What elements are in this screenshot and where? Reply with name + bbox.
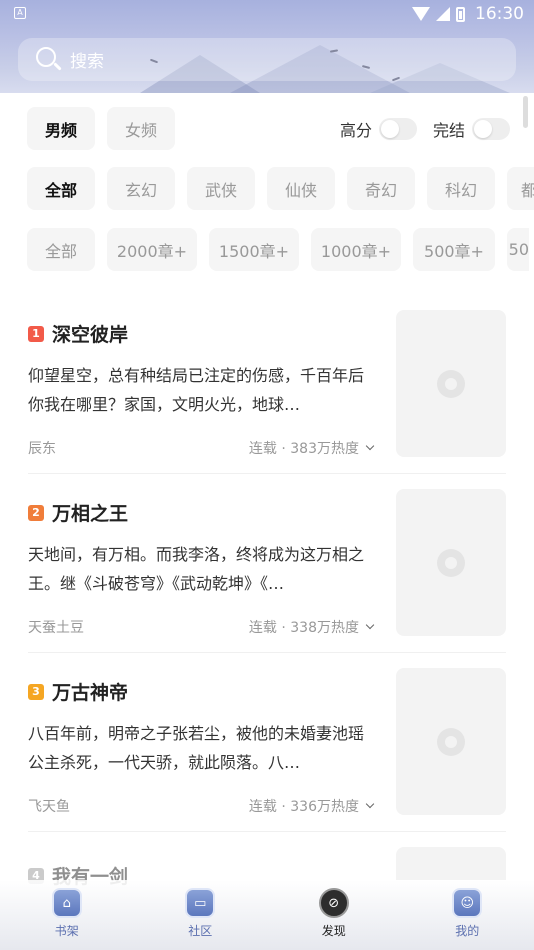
chevron-down-icon[interactable] [365, 620, 375, 630]
profile-icon: ☺ [452, 888, 483, 918]
rank-badge: 2 [28, 504, 44, 521]
high-score-label: 高分 [340, 121, 373, 140]
divider [28, 831, 506, 832]
tab-male[interactable]: 男频 [27, 107, 95, 150]
genre-xuanhuan[interactable]: 玄幻 [107, 167, 175, 210]
status-time: 16:30 [475, 4, 524, 24]
nav-label: 书架 [54, 924, 79, 938]
placeholder-logo-icon [437, 548, 465, 577]
chevron-down-icon[interactable] [365, 441, 375, 451]
book-title: 万古神帝 [52, 682, 129, 704]
wifi-icon [412, 7, 430, 21]
book-stat: 连载 · 336万热度 [248, 799, 359, 815]
length-50[interactable]: 50 [507, 228, 529, 271]
high-score-switch[interactable] [379, 118, 418, 140]
rank-badge: 3 [28, 683, 44, 700]
genre-filter: 全部 玄幻 武侠 仙侠 奇幻 科幻 都 [27, 167, 534, 210]
search-placeholder: 搜索 [70, 52, 104, 72]
scrollbar[interactable] [523, 96, 528, 128]
book-item[interactable]: 4 我有一剑 [28, 847, 506, 888]
nav-discover[interactable]: ⊘ 发现 [267, 880, 401, 950]
completed-switch[interactable] [472, 118, 511, 140]
notification-icon: A [14, 7, 26, 19]
book-stat: 连载 · 383万热度 [248, 441, 359, 457]
nav-label: 我的 [455, 924, 480, 938]
book-stat: 连载 · 338万热度 [248, 620, 359, 636]
genre-all[interactable]: 全部 [27, 167, 95, 210]
length-500[interactable]: 500章+ [413, 228, 495, 271]
length-all[interactable]: 全部 [27, 228, 95, 271]
book-cover[interactable] [396, 668, 506, 815]
community-icon: ▭ [185, 888, 216, 918]
book-title: 深空彼岸 [52, 324, 129, 346]
compass-icon: ⊘ [318, 888, 349, 918]
divider [28, 652, 506, 653]
genre-urban[interactable]: 都 [507, 167, 534, 210]
genre-wuxia[interactable]: 武侠 [187, 167, 255, 210]
length-filter: 全部 2000章+ 1500章+ 1000章+ 500章+ 50 [27, 228, 529, 271]
header-banner: A 16:30 搜索 [0, 0, 534, 93]
book-description: 天地间，有万相。而我李洛，终将成为这万相之王。继《斗破苍穹》《武动乾坤》《… [28, 545, 365, 593]
nav-profile[interactable]: ☺ 我的 [401, 880, 534, 950]
signal-icon [436, 7, 450, 21]
book-description: 仰望星空，总有种结局已注定的伤感，千百年后你我在哪里？家国，文明火光，地球… [28, 366, 365, 414]
search-bar[interactable]: 搜索 [18, 38, 516, 81]
book-author: 辰东 [28, 441, 56, 457]
book-item[interactable]: 3 万古神帝 八百年前，明帝之子张若尘，被他的未婚妻池瑶公主杀死，一代天骄，就此… [28, 668, 506, 818]
genre-fantasy[interactable]: 奇幻 [347, 167, 415, 210]
divider [28, 473, 506, 474]
bookshelf-icon: ⌂ [51, 888, 82, 918]
nav-bookshelf[interactable]: ⌂ 书架 [0, 880, 134, 950]
book-description: 八百年前，明帝之子张若尘，被他的未婚妻池瑶公主杀死，一代天骄，就此陨落。八… [28, 724, 365, 772]
tab-female[interactable]: 女频 [107, 107, 175, 150]
book-author: 飞天鱼 [28, 799, 70, 815]
rank-badge: 1 [28, 325, 44, 342]
book-item[interactable]: 2 万相之王 天地间，有万相。而我李洛，终将成为这万相之王。继《斗破苍穹》《武动… [28, 489, 506, 639]
book-cover[interactable] [396, 847, 506, 880]
nav-label: 社区 [188, 924, 213, 938]
nav-label: 发现 [321, 924, 346, 938]
length-2000[interactable]: 2000章+ [107, 228, 197, 271]
book-cover[interactable] [396, 310, 506, 457]
status-bar: A 16:30 [0, 0, 534, 28]
nav-community[interactable]: ▭ 社区 [134, 880, 268, 950]
battery-icon [456, 6, 465, 22]
high-score-toggle[interactable]: 高分 [340, 117, 418, 141]
genre-xianxia[interactable]: 仙侠 [267, 167, 335, 210]
length-1500[interactable]: 1500章+ [209, 228, 299, 271]
book-item[interactable]: 1 深空彼岸 仰望星空，总有种结局已注定的伤感，千百年后你我在哪里？家国，文明火… [28, 310, 506, 460]
search-icon [36, 46, 62, 73]
chevron-down-icon[interactable] [365, 799, 375, 809]
book-author: 天蚕土豆 [28, 620, 84, 636]
placeholder-logo-icon [437, 369, 465, 398]
genre-scifi[interactable]: 科幻 [427, 167, 495, 210]
placeholder-logo-icon [437, 727, 465, 756]
bottom-nav: ⌂ 书架 ▭ 社区 ⊘ 发现 ☺ 我的 [0, 880, 534, 950]
length-1000[interactable]: 1000章+ [311, 228, 401, 271]
book-title: 万相之王 [52, 503, 129, 525]
completed-toggle[interactable]: 完结 [433, 117, 511, 141]
book-cover[interactable] [396, 489, 506, 636]
completed-label: 完结 [433, 121, 466, 140]
channel-tabs: 男频 女频 [27, 107, 187, 150]
